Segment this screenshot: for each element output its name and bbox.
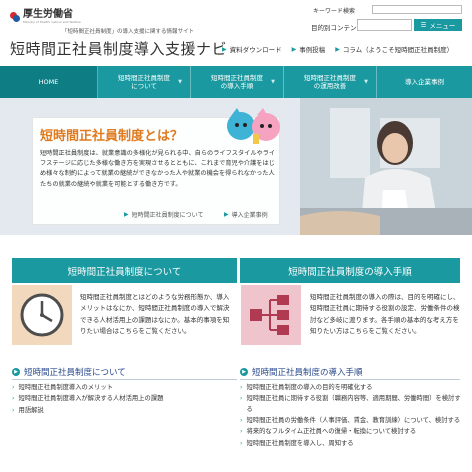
caret-down-icon: ▼ <box>271 79 275 85</box>
section-heading-procedure[interactable]: 短時間正社員制度の導入手順 <box>240 258 460 288</box>
hero-body: 短時間正社員制度は、就業意識の多様化が見られる中、自らのライフスタイルやライフス… <box>40 150 276 188</box>
list-item[interactable]: › 短時間正社員制度を導入し、周知する <box>240 439 462 449</box>
hero-title: 短時間正社員制度とは？ <box>40 129 184 144</box>
sublink-column[interactable]: ▶ コラム（ようこそ短時間正社員制度） <box>335 44 453 55</box>
arrow-right-icon: › <box>240 416 243 424</box>
caret-down-icon: ▼ <box>364 79 368 85</box>
mhlw-logo-icon <box>10 12 20 22</box>
circle-arrow-icon: ▶ <box>240 367 248 376</box>
sublink-downloads[interactable]: ▶ 資料ダウンロード <box>222 44 282 55</box>
site-tagline: 「短時間正社員制度」の導入支援に関する情報サイト <box>62 29 195 35</box>
content-search-input[interactable] <box>357 19 412 31</box>
hero-link-cases[interactable]: ▶ 導入企業事例 <box>224 210 268 219</box>
section-text-about: 短時間正社員制度とはどのような労務形態か、導入メリットはなにか、短時間正社員制度… <box>80 293 230 336</box>
list-item[interactable]: › 将来的なフルタイム正社員への復帰・転換について検討する <box>240 427 462 437</box>
arrow-right-icon: ▶ <box>335 45 340 53</box>
clock-icon <box>12 285 72 345</box>
arrow-right-icon: › <box>240 439 243 447</box>
list-item[interactable]: › 短時間正社員の労働条件（人事評価、賃金、教育訓練）について、検討する <box>240 416 462 426</box>
list-item[interactable]: › 短時間正社員に期待する役割（職務内容等、適用期間、労働時間）を検討する <box>240 394 462 414</box>
main-nav: HOME 短時間正社員制度 について ▼ 短時間正社員制度 の導入手順 ▼ 短時間正… <box>0 66 472 98</box>
arrow-right-icon: › <box>240 384 243 391</box>
menu-button-label: メニュー <box>429 22 456 30</box>
arrow-right-icon: › <box>240 428 243 436</box>
nav-item-procedure[interactable]: 短時間正社員制度 の導入手順 ▼ <box>191 66 284 98</box>
subheading-procedure[interactable]: ▶ 短時間正社員制度の導入手順 <box>240 364 460 380</box>
arrow-right-icon: ▶ <box>222 45 227 53</box>
link-list-procedure: › 短時間正社員制度の導入の目的を明確化する › 短時間正社員に期待する役割（職務内… <box>240 383 462 450</box>
keyword-search-input[interactable] <box>372 5 462 14</box>
mhlw-logo[interactable]: 厚生労働省 Ministry of Health, Labour and Wel… <box>10 10 81 24</box>
arrow-right-icon: › <box>240 395 243 403</box>
sublink-case-post[interactable]: ▶ 事例投稿 <box>291 44 326 55</box>
section-heading-about[interactable]: 短時間正社員制度について <box>12 258 237 288</box>
org-sub: Ministry of Health, Labour and Welfare <box>23 20 81 24</box>
caret-down-icon: ▼ <box>178 79 182 85</box>
mascot-characters-icon <box>227 108 280 144</box>
arrow-right-icon: › <box>12 384 15 391</box>
arrow-right-icon: › <box>12 406 15 414</box>
list-item[interactable]: › 短時間正社員制度導入が解決する人材活用上の課題 <box>12 394 237 404</box>
link-list-about: › 短時間正社員制度導入のメリット › 短時間正社員制度導入が解決する人材活用上の課… <box>12 383 237 417</box>
circle-arrow-icon: ▶ <box>12 367 20 376</box>
arrow-right-icon: ▶ <box>291 45 297 53</box>
hero-link-about[interactable]: ▶ 短時間正社員制度について <box>124 210 203 219</box>
org-name: 厚生労働省 <box>23 9 73 20</box>
subheading-about[interactable]: ▶ 短時間正社員制度について <box>12 364 237 380</box>
arrow-right-icon: ▶ <box>124 211 129 218</box>
flowchart-icon <box>241 285 301 345</box>
hamburger-icon: ☰ <box>420 21 427 29</box>
nav-item-home[interactable]: HOME <box>0 66 98 98</box>
site-title[interactable]: 短時間正社員制度導入支援ナビ <box>10 38 227 59</box>
nav-item-improvement[interactable]: 短時間正社員制度 の運用改善 ▼ <box>284 66 377 98</box>
list-item[interactable]: › 短時間正社員制度の導入の目的を明確化する <box>240 383 462 393</box>
section-text-procedure: 短時間正社員制度の導入の際は、目的を明確にし、短時間正社員に期待する役割の設定、… <box>310 293 460 336</box>
list-item[interactable]: › 短時間正社員制度導入のメリット <box>12 383 237 393</box>
nav-item-about[interactable]: 短時間正社員制度 について ▼ <box>98 66 191 98</box>
site-header: 厚生労働省 Ministry of Health, Labour and Wel… <box>0 0 472 66</box>
arrow-right-icon: ▶ <box>224 211 229 218</box>
arrow-right-icon: › <box>12 395 15 403</box>
nav-item-cases[interactable]: 導入企業事例 <box>377 66 472 98</box>
menu-button[interactable]: ☰ メニュー <box>414 19 462 31</box>
header-sublinks: ▶ 資料ダウンロード ▶ 事例投稿 ▶ コラム（ようこそ短時間正社員制度） <box>222 44 453 55</box>
list-item[interactable]: › 用語解説 <box>12 406 237 416</box>
keyword-search-label: キーワード検索 <box>313 8 356 15</box>
